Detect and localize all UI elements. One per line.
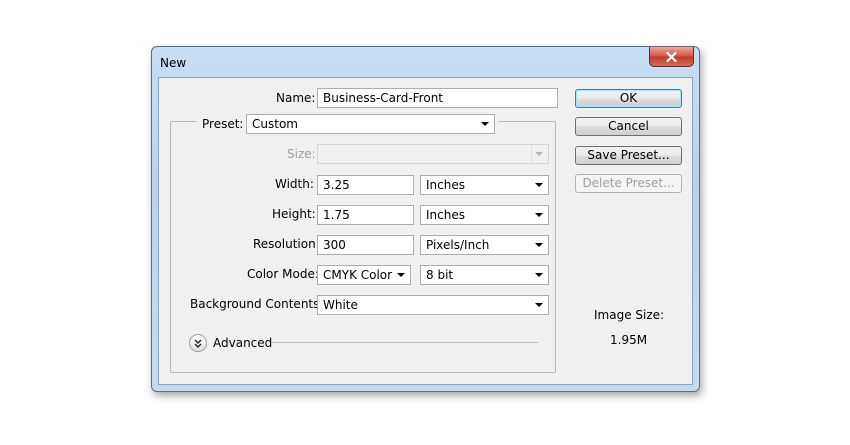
resolution-unit-dropdown[interactable]: Pixels/Inch [420,235,549,255]
delete-preset-button: Delete Preset... [575,174,682,193]
color-mode-label: Color Mode: [247,267,319,281]
height-unit-dropdown[interactable]: Inches [420,205,549,225]
chevron-down-icon [481,122,489,126]
advanced-toggle-button[interactable] [189,334,207,352]
resolution-unit: Pixels/Inch [426,238,490,252]
bit-depth-dropdown[interactable]: 8 bit [420,265,549,285]
preset-value: Custom [252,117,298,131]
ok-button[interactable]: OK [575,89,682,108]
chevron-down-icon [535,183,543,187]
name-label-text: Name: [276,91,317,105]
advanced-label: Advanced [213,336,273,350]
background-contents-value: White [323,298,358,312]
size-label: Size: [287,147,316,161]
background-contents-label: Background Contents: [190,297,324,311]
height-input[interactable]: 1.75 [317,205,414,225]
dialog-title: New [160,56,187,70]
width-value: 3.25 [323,178,350,192]
size-dropdown [317,144,549,164]
width-unit-dropdown[interactable]: Inches [420,175,549,195]
color-mode-value: CMYK Color [323,268,393,282]
chevron-down-icon [397,273,405,277]
bit-depth-value: 8 bit [426,268,454,282]
name-input[interactable]: Business-Card-Front [317,88,558,108]
close-button[interactable] [649,47,694,67]
image-size-value: 1.95M [610,333,648,347]
chevron-down-icon [535,213,543,217]
height-label: Height: [272,207,316,221]
color-mode-dropdown[interactable]: CMYK Color [317,265,411,285]
chevron-down-icon [535,273,543,277]
preset-dropdown[interactable]: Custom [246,114,495,134]
close-icon [666,51,677,62]
chevron-down-icon [535,152,543,156]
resolution-label: Resolution: [253,237,320,251]
save-preset-button[interactable]: Save Preset... [575,146,682,165]
width-input[interactable]: 3.25 [317,175,414,195]
cancel-button[interactable]: Cancel [575,117,682,136]
image-size-label: Image Size: [594,308,665,322]
height-unit: Inches [426,208,465,222]
advanced-divider [272,342,538,343]
chevron-down-icon [535,303,543,307]
height-value: 1.75 [323,208,350,222]
chevron-down-icon [535,243,543,247]
preset-label: Preset: [202,117,244,131]
title-bar[interactable]: New [152,47,699,77]
double-chevron-down-icon [194,339,202,348]
background-contents-dropdown[interactable]: White [317,295,549,315]
width-label: Width: [275,177,314,191]
name-value: Business-Card-Front [323,91,443,105]
resolution-input[interactable]: 300 [317,235,414,255]
width-unit: Inches [426,178,465,192]
resolution-value: 300 [323,238,346,252]
